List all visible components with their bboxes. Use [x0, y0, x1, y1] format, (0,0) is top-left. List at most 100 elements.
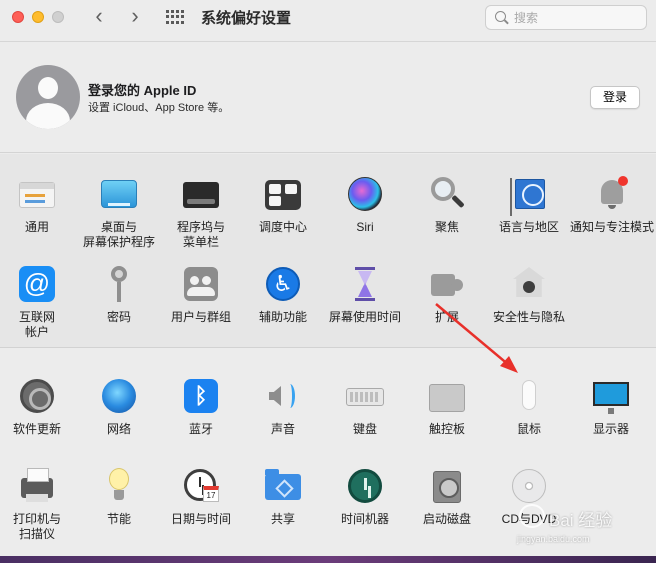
avatar[interactable]: [16, 65, 80, 129]
pref-spotlight[interactable]: 聚焦: [408, 174, 486, 235]
pref-startup-disk[interactable]: 启动磁盘: [408, 466, 486, 527]
minimize-button[interactable]: [32, 11, 44, 23]
forward-button[interactable]: ›: [122, 5, 148, 29]
calendar-icon: 17: [203, 486, 219, 502]
startup-disk-icon: [433, 471, 461, 503]
pref-label: 软件更新: [12, 422, 61, 436]
cd-icon: [512, 469, 546, 503]
desktop-background: [0, 556, 656, 563]
login-button[interactable]: 登录: [590, 86, 640, 109]
pref-network[interactable]: 网络: [80, 376, 158, 437]
mission-control-icon: [265, 180, 301, 210]
pref-extensions[interactable]: 扩展: [408, 264, 486, 325]
pref-label: 语言与地区: [498, 220, 559, 234]
pref-label: 声音: [270, 422, 295, 436]
bulb-icon: [109, 468, 129, 490]
mouse-icon: [522, 380, 536, 410]
pref-label: 网络: [106, 422, 131, 436]
system-preferences-window: ‹ › 系统偏好设置 登录您的 Apple ID 设置 iCloud、App S…: [0, 0, 656, 560]
search-icon: [495, 11, 506, 22]
show-all-grid-icon[interactable]: [166, 10, 186, 24]
software-update-icon: [20, 379, 54, 413]
pref-cds-dvds[interactable]: CD与DVD: [490, 466, 568, 527]
general-icon: [19, 182, 55, 208]
pref-label: Siri: [356, 220, 374, 234]
pref-keyboard[interactable]: 键盘: [326, 376, 404, 437]
display-icon: [593, 382, 629, 414]
pref-label: 辅助功能: [258, 310, 307, 324]
pref-label: 打印机与 扫描仪: [12, 512, 61, 541]
pref-displays[interactable]: 显示器: [572, 376, 650, 437]
pref-label: 调度中心: [258, 220, 307, 234]
pref-label: 通用: [24, 220, 49, 234]
pref-label: 启动磁盘: [422, 512, 471, 526]
key-icon: [111, 266, 127, 302]
pref-screen-time[interactable]: 屏幕使用时间: [326, 264, 404, 325]
accessibility-icon: ♿: [266, 267, 300, 301]
pref-energy-saver[interactable]: 节能: [80, 466, 158, 527]
pref-users-groups[interactable]: 用户与群组: [162, 264, 240, 325]
pref-passwords[interactable]: 密码: [80, 264, 158, 325]
puzzle-icon: [431, 274, 463, 296]
pref-security-privacy[interactable]: 安全性与隐私: [490, 264, 568, 325]
pref-printers-scanners[interactable]: 打印机与 扫描仪: [0, 466, 76, 542]
zoom-button[interactable]: [52, 11, 64, 23]
printer-icon: [21, 468, 53, 502]
pref-label: 共享: [270, 512, 295, 526]
pref-label: 通知与专注模式: [569, 220, 654, 234]
pref-notifications-focus[interactable]: 通知与专注模式: [568, 174, 656, 235]
sharing-folder-icon: [265, 469, 301, 500]
search-input[interactable]: [514, 9, 640, 27]
pref-label: 屏幕使用时间: [328, 310, 401, 324]
search-field[interactable]: [485, 5, 647, 30]
pref-sharing[interactable]: 共享: [244, 466, 322, 527]
hourglass-icon: [355, 267, 375, 301]
pref-label: 用户与群组: [170, 310, 231, 324]
pref-time-machine[interactable]: 时间机器: [326, 466, 404, 527]
internet-accounts-icon: @: [19, 266, 55, 302]
pref-bluetooth[interactable]: ᛒ 蓝牙: [162, 376, 240, 437]
pref-sound[interactable]: 声音: [244, 376, 322, 437]
pref-mouse[interactable]: 鼠标: [490, 376, 568, 437]
language-icon: [510, 178, 545, 216]
back-button[interactable]: ‹: [86, 5, 112, 29]
time-machine-icon: [348, 469, 382, 503]
pref-label: 扩展: [434, 310, 459, 324]
pref-label: 密码: [106, 310, 131, 324]
pref-label: 程序坞与 菜单栏: [176, 220, 225, 249]
pref-label: 时间机器: [340, 512, 389, 526]
preferences-section-hardware: 软件更新 网络 ᛒ 蓝牙 声音 键盘 触控板 鼠标 显示器 打印机与 扫描仪 节…: [0, 348, 656, 560]
pref-mission-control[interactable]: 调度中心: [244, 174, 322, 235]
siri-icon: [348, 177, 382, 211]
dock-icon: [183, 182, 219, 208]
pref-label: 蓝牙: [188, 422, 213, 436]
pref-label: 互联网 帐户: [18, 310, 55, 339]
pref-siri[interactable]: Siri: [326, 174, 404, 235]
pref-label: 显示器: [592, 422, 629, 436]
pref-trackpad[interactable]: 触控板: [408, 376, 486, 437]
users-icon: [184, 267, 218, 301]
apple-id-section: 登录您的 Apple ID 设置 iCloud、App Store 等。 登录: [0, 43, 656, 153]
pref-software-update[interactable]: 软件更新: [0, 376, 76, 437]
pref-label: 桌面与 屏幕保护程序: [82, 220, 155, 249]
window-title: 系统偏好设置: [201, 10, 292, 27]
pref-label: 聚焦: [434, 220, 459, 234]
pref-label: CD与DVD: [501, 512, 557, 526]
security-icon: [513, 267, 545, 297]
trackpad-icon: [429, 384, 465, 412]
notification-badge: [618, 176, 628, 186]
pref-label: 日期与时间: [170, 512, 231, 526]
pref-label: 节能: [106, 512, 131, 526]
pref-label: 触控板: [428, 422, 465, 436]
pref-date-time[interactable]: 17 日期与时间: [162, 466, 240, 527]
pref-language-region[interactable]: 语言与地区: [490, 174, 568, 235]
pref-label: 键盘: [352, 422, 377, 436]
pref-internet-accounts[interactable]: @ 互联网 帐户: [0, 264, 76, 340]
pref-label: 鼠标: [516, 422, 541, 436]
pref-general[interactable]: 通用: [0, 174, 76, 235]
pref-desktop-screensaver[interactable]: 桌面与 屏幕保护程序: [80, 174, 158, 250]
pref-dock-menubar[interactable]: 程序坞与 菜单栏: [162, 174, 240, 250]
pref-accessibility[interactable]: ♿ 辅助功能: [244, 264, 322, 325]
close-button[interactable]: [12, 11, 24, 23]
apple-id-title: 登录您的 Apple ID: [88, 83, 197, 98]
